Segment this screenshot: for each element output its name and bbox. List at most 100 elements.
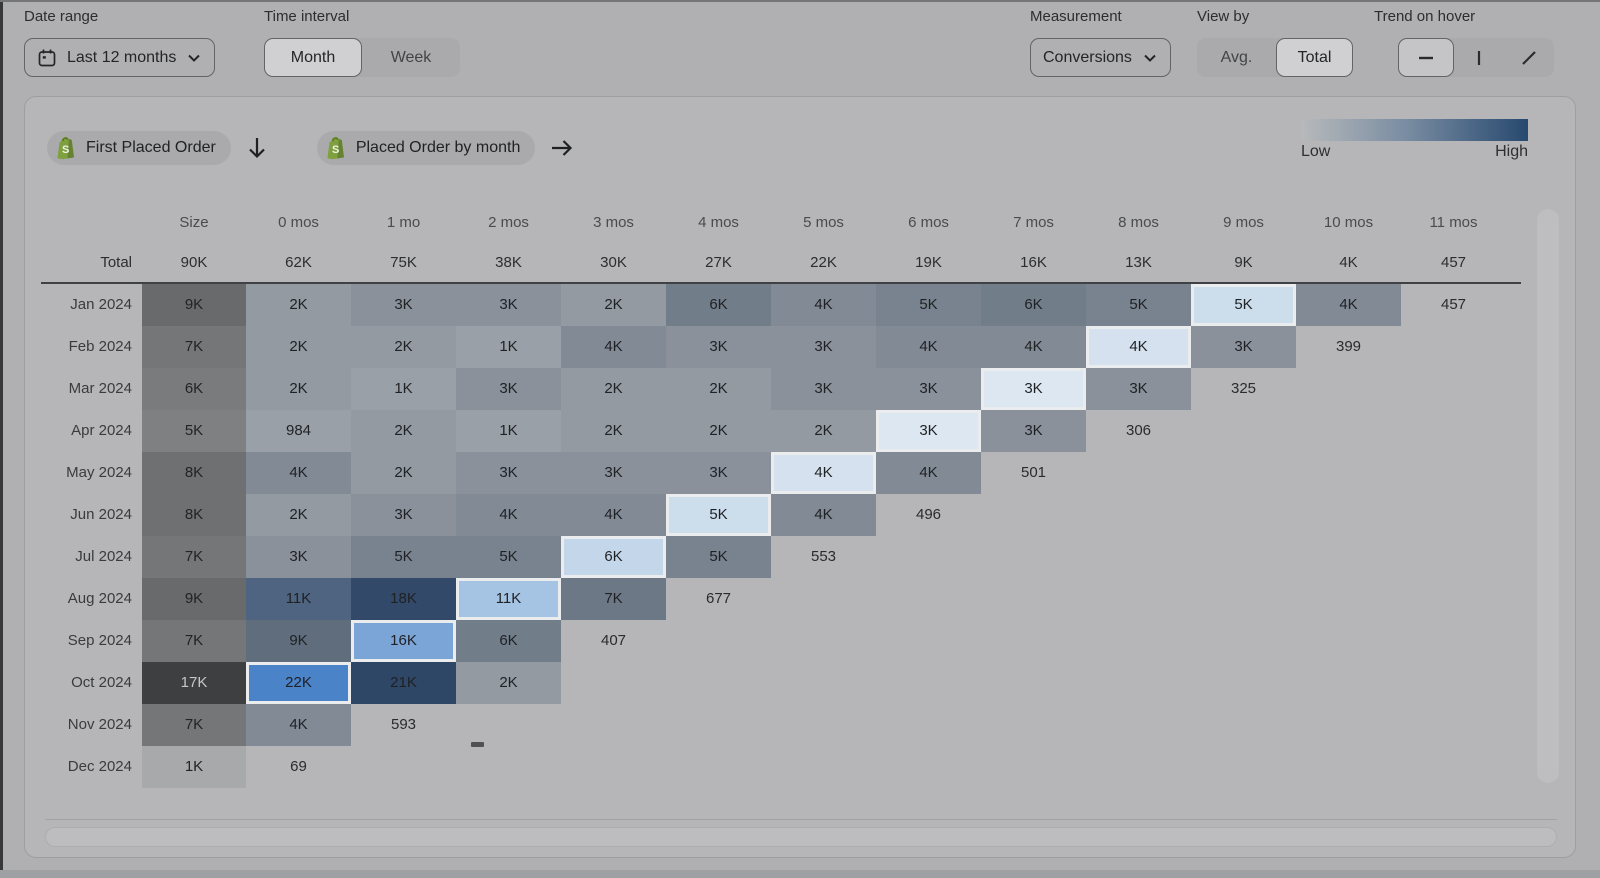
heatmap-cell[interactable]: 399 xyxy=(1296,326,1401,368)
event-return-pill[interactable]: S Placed Order by month xyxy=(317,131,536,165)
cohort-size-cell[interactable]: 8K xyxy=(142,494,246,536)
heatmap-cell[interactable]: 984 xyxy=(246,410,351,452)
heatmap-cell-highlighted[interactable]: 4K xyxy=(771,452,876,494)
heatmap-cell[interactable]: 4K xyxy=(1296,284,1401,326)
heatmap-cell[interactable]: 2K xyxy=(561,368,666,410)
time-interval-option-week[interactable]: Week xyxy=(362,38,460,77)
heatmap-cell[interactable]: 407 xyxy=(561,620,666,662)
heatmap-cell[interactable]: 3K xyxy=(666,326,771,368)
vertical-scrollbar[interactable] xyxy=(1537,209,1559,783)
event-start-pill[interactable]: S First Placed Order xyxy=(47,131,231,165)
heatmap-cell[interactable]: 2K xyxy=(666,410,771,452)
heatmap-cell[interactable]: 3K xyxy=(771,326,876,368)
heatmap-cell[interactable]: 4K xyxy=(981,326,1086,368)
heatmap-cell[interactable]: 4K xyxy=(876,452,981,494)
heatmap-cell[interactable]: 6K xyxy=(456,620,561,662)
heatmap-cell[interactable]: 3K xyxy=(1086,368,1191,410)
heatmap-cell[interactable]: 2K xyxy=(561,284,666,326)
heatmap-cell[interactable]: 69 xyxy=(246,746,351,788)
heatmap-cell[interactable]: 677 xyxy=(666,578,771,620)
heatmap-cell[interactable]: 3K xyxy=(351,494,456,536)
heatmap-cell[interactable]: 4K xyxy=(876,326,981,368)
heatmap-cell[interactable]: 4K xyxy=(771,494,876,536)
heatmap-cell[interactable]: 4K xyxy=(246,704,351,746)
trend-option-line[interactable] xyxy=(1398,38,1454,77)
heatmap-cell[interactable]: 306 xyxy=(1086,410,1191,452)
heatmap-cell[interactable]: 3K xyxy=(666,452,771,494)
heatmap-cell[interactable]: 2K xyxy=(246,368,351,410)
cohort-size-cell[interactable]: 7K xyxy=(142,620,246,662)
cohort-size-cell[interactable]: 6K xyxy=(142,368,246,410)
heatmap-cell[interactable]: 325 xyxy=(1191,368,1296,410)
heatmap-cell[interactable]: 501 xyxy=(981,452,1086,494)
heatmap-cell[interactable]: 6K xyxy=(666,284,771,326)
measurement-dropdown[interactable]: Conversions xyxy=(1030,38,1171,77)
heatmap-cell-highlighted[interactable]: 3K xyxy=(876,410,981,452)
heatmap-cell[interactable]: 5K xyxy=(1086,284,1191,326)
heatmap-cell-highlighted[interactable]: 4K xyxy=(1086,326,1191,368)
view-by-option-total[interactable]: Total xyxy=(1276,38,1353,77)
trend-option-bar[interactable] xyxy=(1454,38,1504,77)
heatmap-cell[interactable]: 4K xyxy=(561,494,666,536)
heatmap-cell[interactable]: 553 xyxy=(771,536,876,578)
cohort-size-cell[interactable]: 7K xyxy=(142,536,246,578)
heatmap-cell[interactable]: 9K xyxy=(246,620,351,662)
heatmap-cell[interactable]: 3K xyxy=(561,452,666,494)
cohort-size-cell[interactable]: 9K xyxy=(142,578,246,620)
heatmap-cell-highlighted[interactable]: 5K xyxy=(666,494,771,536)
cohort-size-cell[interactable]: 1K xyxy=(142,746,246,788)
heatmap-cell[interactable]: 2K xyxy=(351,410,456,452)
cohort-size-cell[interactable]: 7K xyxy=(142,704,246,746)
heatmap-cell[interactable]: 593 xyxy=(351,704,456,746)
heatmap-cell[interactable]: 4K xyxy=(246,452,351,494)
heatmap-cell[interactable]: 3K xyxy=(456,284,561,326)
heatmap-cell[interactable]: 3K xyxy=(456,452,561,494)
heatmap-cell-highlighted[interactable]: 3K xyxy=(981,368,1086,410)
heatmap-cell[interactable]: 5K xyxy=(876,284,981,326)
heatmap-cell[interactable]: 3K xyxy=(771,368,876,410)
heatmap-cell[interactable]: 18K xyxy=(351,578,456,620)
heatmap-cell[interactable]: 4K xyxy=(771,284,876,326)
heatmap-cell[interactable]: 3K xyxy=(456,368,561,410)
cohort-size-cell[interactable]: 7K xyxy=(142,326,246,368)
heatmap-cell[interactable]: 2K xyxy=(561,410,666,452)
heatmap-cell[interactable]: 4K xyxy=(456,494,561,536)
cohort-size-cell[interactable]: 17K xyxy=(142,662,246,704)
heatmap-cell[interactable]: 3K xyxy=(351,284,456,326)
time-interval-option-month[interactable]: Month xyxy=(264,38,362,77)
heatmap-cell[interactable]: 3K xyxy=(246,536,351,578)
horizontal-scrollbar[interactable] xyxy=(45,827,1557,847)
heatmap-cell[interactable]: 5K xyxy=(351,536,456,578)
cohort-size-cell[interactable]: 5K xyxy=(142,410,246,452)
heatmap-cell[interactable]: 7K xyxy=(561,578,666,620)
heatmap-cell-highlighted[interactable]: 16K xyxy=(351,620,456,662)
cohort-size-cell[interactable]: 9K xyxy=(142,284,246,326)
view-by-option-avg[interactable]: Avg. xyxy=(1197,38,1276,77)
heatmap-cell[interactable]: 4K xyxy=(561,326,666,368)
heatmap-cell[interactable]: 2K xyxy=(666,368,771,410)
date-range-button[interactable]: Last 12 months xyxy=(24,38,215,77)
heatmap-cell[interactable]: 5K xyxy=(456,536,561,578)
heatmap-cell[interactable]: 3K xyxy=(981,410,1086,452)
heatmap-cell[interactable]: 2K xyxy=(246,494,351,536)
heatmap-cell[interactable]: 6K xyxy=(981,284,1086,326)
heatmap-cell[interactable]: 5K xyxy=(666,536,771,578)
heatmap-cell[interactable]: 2K xyxy=(771,410,876,452)
heatmap-cell[interactable]: 3K xyxy=(876,368,981,410)
heatmap-cell[interactable]: 2K xyxy=(351,326,456,368)
cohort-size-cell[interactable]: 8K xyxy=(142,452,246,494)
heatmap-cell[interactable]: 2K xyxy=(351,452,456,494)
heatmap-cell[interactable]: 1K xyxy=(456,410,561,452)
heatmap-cell[interactable]: 2K xyxy=(456,662,561,704)
heatmap-cell[interactable]: 11K xyxy=(246,578,351,620)
heatmap-cell-highlighted[interactable]: 22K xyxy=(246,662,351,704)
heatmap-cell-highlighted[interactable]: 11K xyxy=(456,578,561,620)
heatmap-cell[interactable]: 457 xyxy=(1401,284,1506,326)
heatmap-cell-highlighted[interactable]: 5K xyxy=(1191,284,1296,326)
heatmap-cell[interactable]: 2K xyxy=(246,284,351,326)
heatmap-cell[interactable]: 21K xyxy=(351,662,456,704)
heatmap-cell[interactable]: 2K xyxy=(246,326,351,368)
heatmap-cell[interactable]: 1K xyxy=(351,368,456,410)
heatmap-cell[interactable]: 3K xyxy=(1191,326,1296,368)
heatmap-cell[interactable]: 496 xyxy=(876,494,981,536)
